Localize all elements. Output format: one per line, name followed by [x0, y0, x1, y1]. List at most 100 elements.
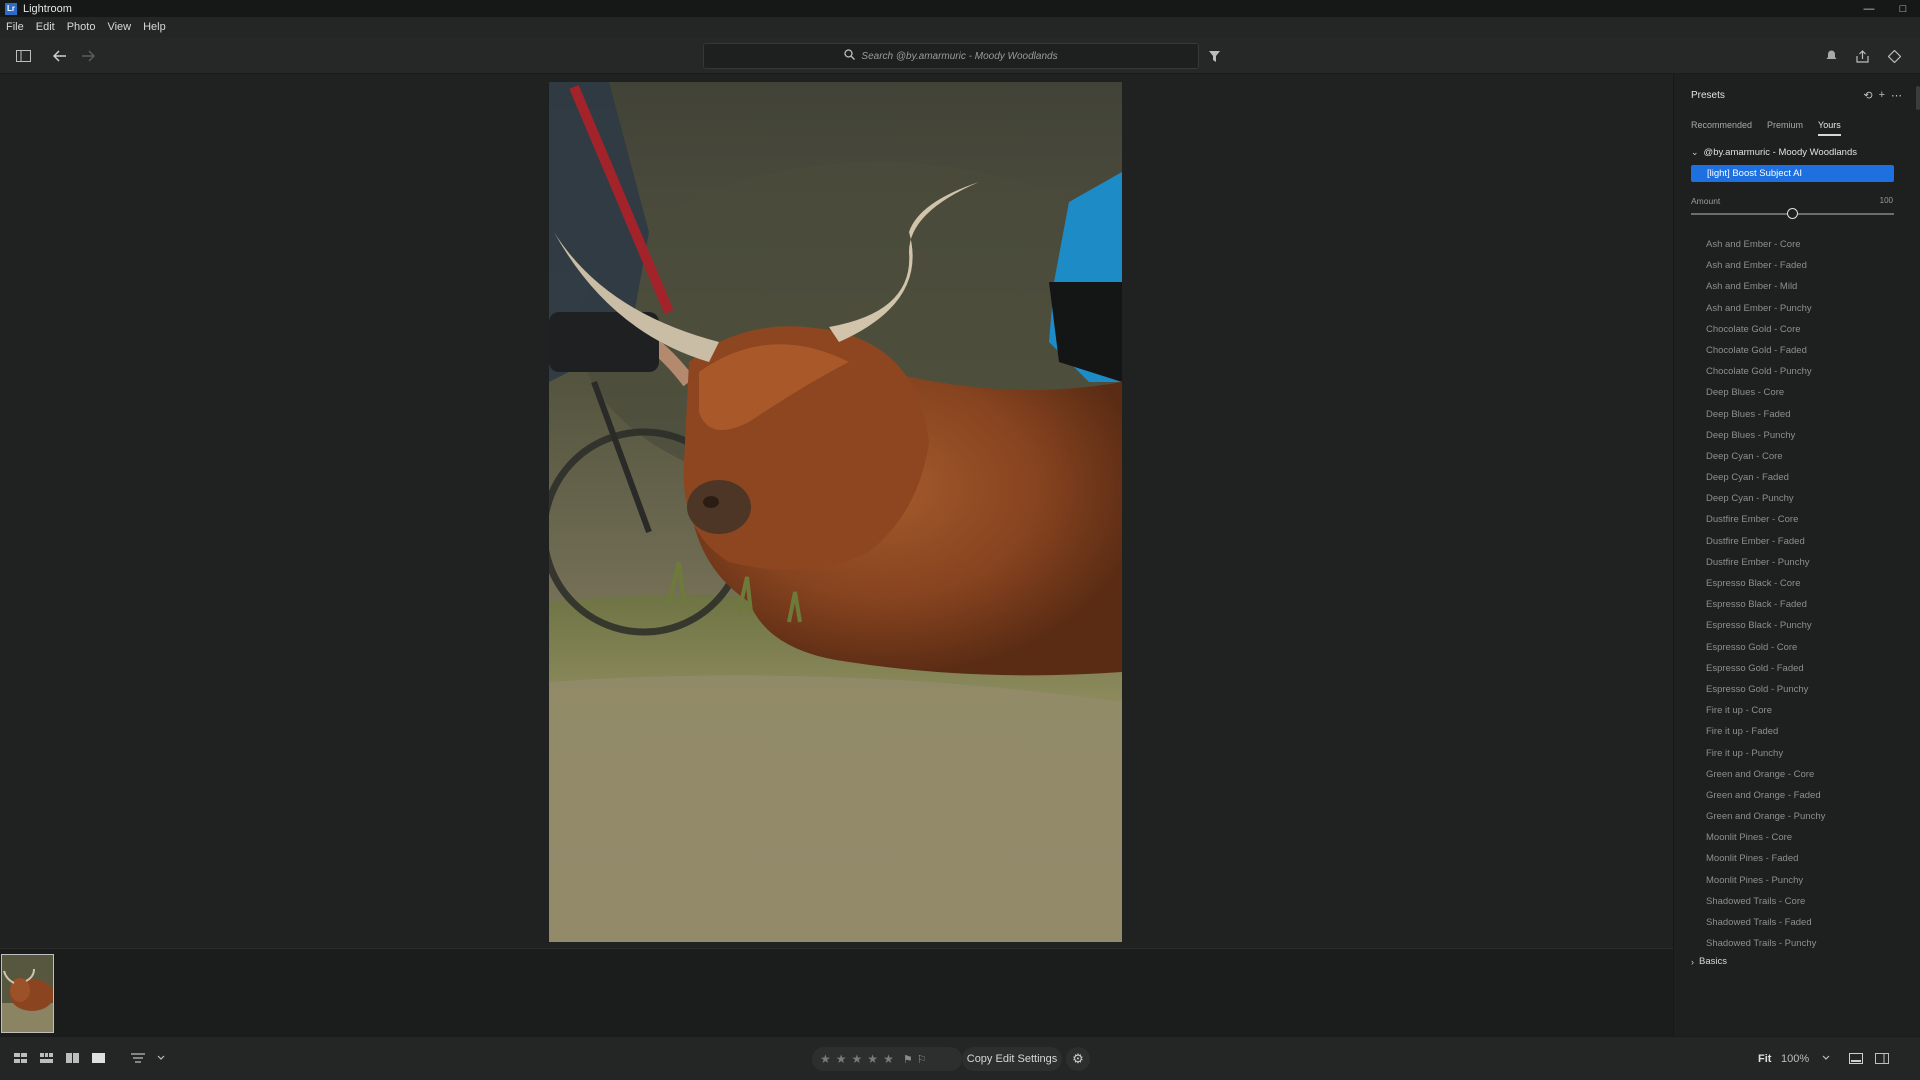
preset-item[interactable]: Espresso Black - Core [1706, 573, 1825, 594]
preset-item[interactable]: Moonlit Pines - Punchy [1706, 870, 1825, 891]
filmstrip-thumbnail[interactable] [1, 954, 54, 1033]
more-icon[interactable]: ⋯ [1891, 89, 1902, 102]
amount-value: 100 [1879, 196, 1893, 205]
preset-item[interactable]: Deep Cyan - Faded [1706, 467, 1825, 488]
chevron-down-icon[interactable] [1817, 1049, 1835, 1067]
preset-item[interactable]: Deep Blues - Core [1706, 382, 1825, 403]
preset-item[interactable]: Green and Orange - Punchy [1706, 806, 1825, 827]
chevron-down-icon: ⌄ [1691, 147, 1699, 157]
main-canvas [0, 74, 1687, 948]
chevron-down-icon[interactable] [152, 1049, 170, 1067]
basics-label: Basics [1699, 956, 1727, 967]
panel-toggle-icon[interactable] [13, 46, 33, 66]
preset-item[interactable]: Dustfire Ember - Core [1706, 509, 1825, 530]
preset-item[interactable]: Espresso Gold - Faded [1706, 658, 1825, 679]
amount-label: Amount [1691, 196, 1721, 206]
preset-item[interactable]: Moonlit Pines - Faded [1706, 848, 1825, 869]
preset-item[interactable]: Chocolate Gold - Faded [1706, 340, 1825, 361]
preset-group-header[interactable]: ⌄ @by.amarmuric - Moody Woodlands [1691, 147, 1857, 158]
filmstrip-toggle-icon[interactable] [1847, 1049, 1865, 1067]
presets-panel: Presets ⟲ + ⋯ Recommended Premium Yours … [1673, 74, 1920, 1036]
maximize-icon[interactable]: □ [1886, 0, 1920, 17]
square-grid-view-icon[interactable] [37, 1049, 55, 1067]
preset-item[interactable]: Espresso Gold - Core [1706, 637, 1825, 658]
gear-icon[interactable]: ⚙ [1066, 1047, 1090, 1071]
lightroom-logo-icon: Lr [5, 2, 17, 15]
preset-item[interactable]: Ash and Ember - Core [1706, 234, 1825, 255]
app-title: Lightroom [23, 2, 72, 15]
preset-item[interactable]: Moonlit Pines - Core [1706, 827, 1825, 848]
basics-section-header[interactable]: › Basics [1691, 956, 1727, 967]
star-icon[interactable]: ★ [852, 1052, 863, 1066]
preset-item[interactable]: Chocolate Gold - Core [1706, 319, 1825, 340]
preset-item[interactable]: Deep Cyan - Punchy [1706, 488, 1825, 509]
preset-item[interactable]: Ash and Ember - Punchy [1706, 298, 1825, 319]
menu-edit[interactable]: Edit [36, 21, 55, 33]
star-icon[interactable]: ★ [867, 1052, 878, 1066]
preset-item[interactable]: Ash and Ember - Mild [1706, 276, 1825, 297]
undo-icon[interactable]: ⟲ [1863, 89, 1872, 102]
preset-item[interactable]: Espresso Black - Faded [1706, 594, 1825, 615]
preset-item[interactable]: Espresso Black - Punchy [1706, 615, 1825, 636]
minimize-icon[interactable]: — [1852, 0, 1886, 17]
add-icon[interactable]: + [1879, 89, 1885, 102]
tab-yours[interactable]: Yours [1818, 120, 1841, 136]
copy-edit-settings-button[interactable]: Copy Edit Settings [962, 1047, 1062, 1071]
preset-item[interactable]: Ash and Ember - Faded [1706, 255, 1825, 276]
main-photo [549, 82, 1122, 942]
back-arrow-icon[interactable] [50, 46, 70, 66]
menu-help[interactable]: Help [143, 21, 166, 33]
compare-view-icon[interactable] [63, 1049, 81, 1067]
filmstrip [0, 948, 1673, 1036]
preset-item[interactable]: Dustfire Ember - Punchy [1706, 552, 1825, 573]
preset-item[interactable]: Shadowed Trails - Faded [1706, 912, 1825, 933]
sort-icon[interactable] [129, 1049, 147, 1067]
preset-item[interactable]: Deep Blues - Faded [1706, 404, 1825, 425]
menu-photo[interactable]: Photo [67, 21, 96, 33]
zoom-percent-dropdown[interactable]: 100% [1781, 1053, 1809, 1065]
preset-item[interactable]: Green and Orange - Core [1706, 764, 1825, 785]
grid-view-icon[interactable] [11, 1049, 29, 1067]
window-controls: — □ [1852, 0, 1920, 17]
amount-slider-thumb[interactable] [1787, 208, 1798, 219]
tab-premium[interactable]: Premium [1767, 120, 1803, 136]
menu-view[interactable]: View [107, 21, 131, 33]
selected-preset[interactable]: [light] Boost Subject AI [1691, 165, 1894, 182]
top-toolbar: Search @by.amarmuric - Moody Woodlands [0, 37, 1920, 74]
panel-actions: ⟲ + ⋯ [1863, 89, 1902, 102]
search-icon [844, 47, 856, 65]
tag-icon[interactable] [1884, 46, 1904, 66]
loupe-view-icon[interactable] [89, 1049, 107, 1067]
rating-flag-control: ★ ★ ★ ★ ★ ⚑ ⚐ [812, 1047, 962, 1071]
tab-recommended[interactable]: Recommended [1691, 120, 1752, 136]
preset-item[interactable]: Espresso Gold - Punchy [1706, 679, 1825, 700]
flag-pick-icon[interactable]: ⚑ [903, 1053, 913, 1066]
panel-scrollbar[interactable] [1916, 86, 1920, 110]
star-icon[interactable]: ★ [836, 1052, 847, 1066]
star-icon[interactable]: ★ [883, 1052, 894, 1066]
preset-item[interactable]: Shadowed Trails - Punchy [1706, 933, 1825, 954]
preset-item[interactable]: Shadowed Trails - Core [1706, 891, 1825, 912]
search-placeholder: Search @by.amarmuric - Moody Woodlands [861, 50, 1058, 62]
panel-title: Presets [1691, 90, 1725, 101]
preset-item[interactable]: Deep Blues - Punchy [1706, 425, 1825, 446]
search-input[interactable]: Search @by.amarmuric - Moody Woodlands [703, 43, 1199, 69]
panel-split-icon[interactable] [1873, 1049, 1891, 1067]
preset-item[interactable]: Fire it up - Core [1706, 700, 1825, 721]
title-bar: Lr Lightroom — □ [0, 0, 1920, 17]
preset-item[interactable]: Fire it up - Faded [1706, 721, 1825, 742]
bell-icon[interactable] [1821, 46, 1841, 66]
filter-icon[interactable] [1204, 46, 1224, 66]
preset-item[interactable]: Deep Cyan - Core [1706, 446, 1825, 467]
zoom-fit-button[interactable]: Fit [1758, 1053, 1771, 1065]
preset-item[interactable]: Dustfire Ember - Faded [1706, 531, 1825, 552]
preset-item[interactable]: Green and Orange - Faded [1706, 785, 1825, 806]
preset-item[interactable]: Fire it up - Punchy [1706, 743, 1825, 764]
preset-item[interactable]: Chocolate Gold - Punchy [1706, 361, 1825, 382]
menu-file[interactable]: File [6, 21, 24, 33]
star-icon[interactable]: ★ [820, 1052, 831, 1066]
share-icon[interactable] [1852, 46, 1872, 66]
flag-reject-icon[interactable]: ⚐ [917, 1053, 927, 1066]
forward-arrow-icon[interactable] [78, 46, 98, 66]
chevron-right-icon: › [1691, 956, 1694, 967]
